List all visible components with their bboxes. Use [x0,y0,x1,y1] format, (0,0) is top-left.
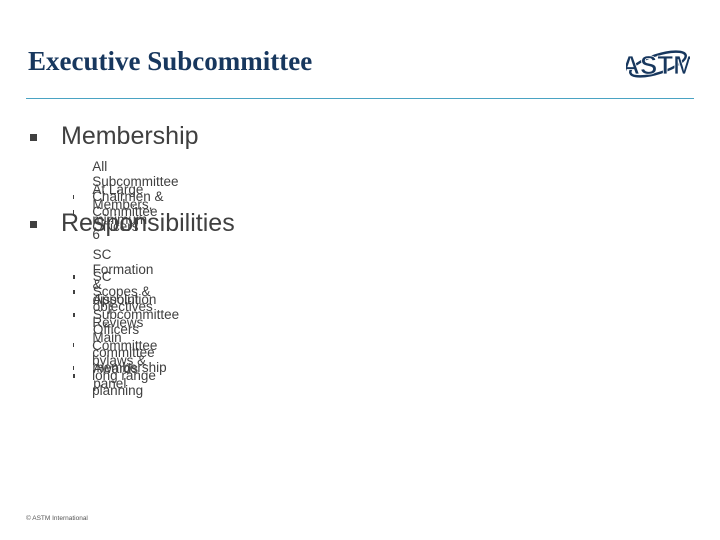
astm-logo: ASTM [626,50,690,81]
section-heading: Membership [61,122,199,150]
bullet-icon [30,221,37,228]
section-responsibilities: Responsibilities [30,209,235,238]
slide-title: Executive Subcommittee [28,46,313,76]
section-heading: Responsibilities [61,209,235,237]
list-item-text: Awards panel [93,361,139,391]
list-item: Awards panel [73,361,140,391]
title-divider [26,98,694,99]
footer-copyright: © ASTM International [26,515,88,522]
section-membership: Membership [30,122,199,151]
bullet-icon [30,134,37,141]
logo-text: ASTM [626,50,690,80]
bullet-icon [73,374,76,378]
